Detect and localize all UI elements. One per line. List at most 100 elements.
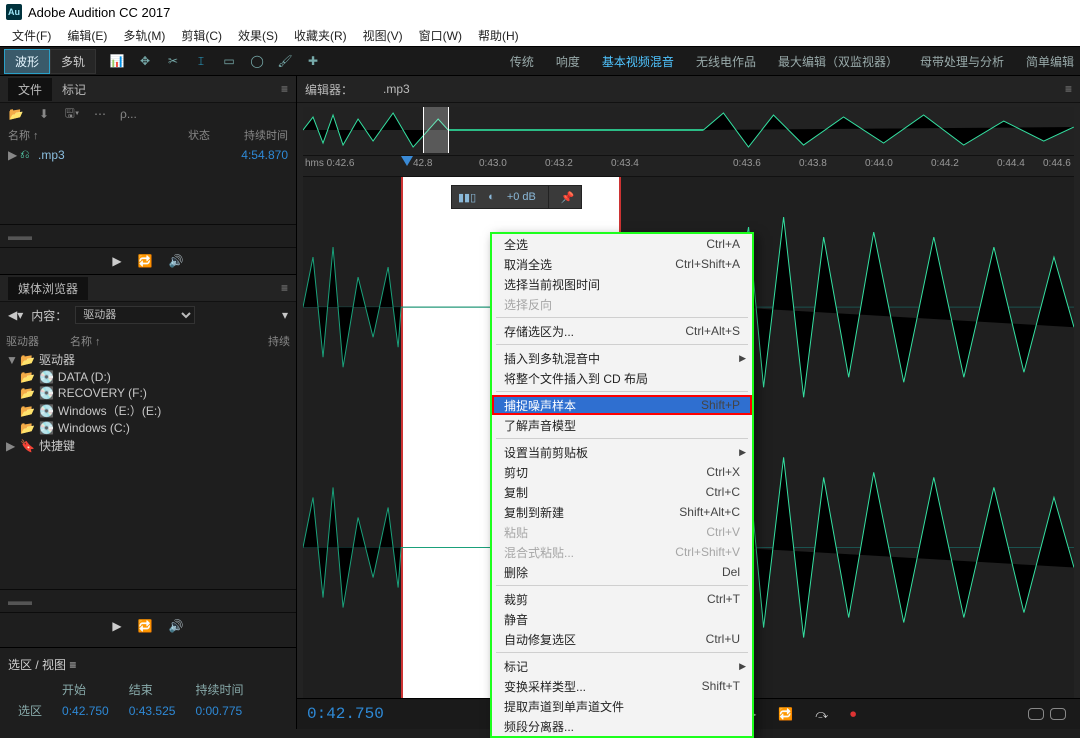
overview-selection[interactable] — [423, 107, 449, 153]
markers-tab[interactable]: 标记 — [52, 78, 96, 101]
context-menu-item[interactable]: 变换采样类型...Shift+T — [492, 676, 752, 696]
context-menu-item[interactable]: 标记 — [492, 656, 752, 676]
context-menu-item[interactable]: 了解声音模型 — [492, 415, 752, 435]
workspace-2[interactable]: 基本视频混音 — [602, 53, 674, 70]
context-menu-item[interactable]: 剪切Ctrl+X — [492, 462, 752, 482]
files-tab[interactable]: 文件 — [8, 78, 52, 101]
context-menu-item[interactable]: 将整个文件插入到 CD 布局 — [492, 368, 752, 388]
hud-gain[interactable]: +0 dB — [501, 191, 542, 203]
context-menu-item[interactable]: 复制Ctrl+C — [492, 482, 752, 502]
drive-select[interactable]: 驱动器 — [75, 306, 195, 324]
context-item-label: 了解声音模型 — [504, 417, 740, 434]
filter-icon[interactable]: ▾ — [282, 308, 288, 322]
mini-autoplay-icon[interactable]: 🔊 — [169, 254, 184, 268]
record-icon[interactable]: ⏺ — [850, 707, 856, 722]
move-tool-icon[interactable]: ✥ — [136, 52, 154, 70]
brush-icon[interactable]: 🖌 — [276, 52, 294, 70]
timecode-display[interactable]: 0:42.750 — [307, 705, 384, 723]
record-file-icon[interactable]: ⬇ — [36, 107, 52, 121]
col-status[interactable]: 状态 — [188, 127, 228, 143]
col-dur2[interactable]: 持续 — [268, 333, 290, 349]
panel-menu-icon[interactable]: ≡ — [1065, 82, 1072, 96]
context-menu-item[interactable]: 存储选区为...Ctrl+Alt+S — [492, 321, 752, 341]
tree-item[interactable]: 📂💽Windows（E:）(E:) — [6, 401, 290, 420]
context-menu-item[interactable]: 删除Del — [492, 562, 752, 582]
mini-loop-icon[interactable]: 🔁 — [138, 254, 153, 268]
context-menu-item[interactable]: 取消全选Ctrl+Shift+A — [492, 254, 752, 274]
more-icon[interactable]: ⋯ — [92, 107, 108, 121]
context-item-shortcut: Shift+P — [701, 398, 740, 412]
sv-dur[interactable]: 0:00.775 — [185, 700, 253, 721]
open-file-icon[interactable]: 📂 — [8, 107, 24, 121]
menu-help[interactable]: 帮助(H) — [470, 25, 527, 46]
col-duration[interactable]: 持续时间 — [228, 127, 288, 143]
zoom-out-icon[interactable] — [1028, 708, 1044, 720]
mini-play-icon[interactable]: ▶ — [112, 254, 121, 268]
sv-end[interactable]: 0:43.525 — [119, 700, 186, 721]
drives-root[interactable]: 驱动器 — [39, 351, 75, 368]
context-menu-item[interactable]: 频段分离器... — [492, 716, 752, 736]
nav-back-icon[interactable]: ◀▾ — [8, 308, 23, 322]
workspace-4[interactable]: 最大编辑（双监视器） — [778, 53, 898, 70]
loop-icon[interactable]: 🔁 — [778, 707, 793, 722]
menu-clip[interactable]: 剪辑(C) — [173, 25, 230, 46]
menu-file[interactable]: 文件(F) — [4, 25, 59, 46]
context-item-shortcut: Ctrl+V — [706, 525, 740, 539]
menu-effects[interactable]: 效果(S) — [230, 25, 286, 46]
context-menu-item[interactable]: 自动修复选区Ctrl+U — [492, 629, 752, 649]
menu-edit[interactable]: 编辑(E) — [59, 25, 115, 46]
skip-sel-icon[interactable]: ⤼ — [815, 707, 828, 722]
menu-multitrack[interactable]: 多轨(M) — [115, 25, 173, 46]
tree-item[interactable]: 📂💽RECOVERY (F:) — [6, 385, 290, 401]
mini-loop-icon[interactable]: 🔁 — [138, 619, 153, 633]
waveform-hud[interactable]: ▮▮▯ ◐ +0 dB 📌 — [451, 185, 582, 209]
view-tab-multitrack[interactable]: 多轨 — [50, 49, 96, 74]
zoom-in-icon[interactable] — [1050, 708, 1066, 720]
view-tab-waveform[interactable]: 波形 — [4, 49, 50, 74]
context-menu-item[interactable]: 选择当前视图时间 — [492, 274, 752, 294]
freq-display-icon[interactable]: 📊 — [108, 52, 126, 70]
context-menu-item[interactable]: 插入到多轨混音中 — [492, 348, 752, 368]
mini-play-icon[interactable]: ▶ — [112, 619, 121, 633]
sv-start[interactable]: 0:42.750 — [52, 700, 119, 721]
playhead-marker-icon[interactable] — [401, 156, 413, 176]
context-menu-item[interactable]: 设置当前剪贴板 — [492, 442, 752, 462]
workspace-0[interactable]: 传统 — [510, 53, 534, 70]
col-name[interactable]: 名称 ↑ — [8, 127, 188, 143]
time-select-icon[interactable]: 𝙸 — [192, 52, 210, 70]
files-search[interactable]: ρ... — [120, 107, 288, 121]
tree-item[interactable]: 📂💽Windows (C:) — [6, 420, 290, 436]
panel-menu-icon[interactable]: ≡ — [281, 281, 288, 295]
workspace-5[interactable]: 母带处理与分析 — [920, 53, 1004, 70]
context-menu-item[interactable]: 捕捉噪声样本Shift+P — [492, 395, 752, 415]
pin-icon[interactable]: 📌 — [555, 191, 581, 204]
col-name2[interactable]: 名称 ↑ — [70, 333, 264, 349]
context-menu-item[interactable]: 静音 — [492, 609, 752, 629]
mini-autoplay-icon[interactable]: 🔊 — [169, 619, 184, 633]
context-menu-item[interactable]: 全选Ctrl+A — [492, 234, 752, 254]
lasso-icon[interactable]: ◯ — [248, 52, 266, 70]
context-menu-item[interactable]: 提取声道到单声道文件 — [492, 696, 752, 716]
razor-tool-icon[interactable]: ✂ — [164, 52, 182, 70]
media-browser-tab[interactable]: 媒体浏览器 — [8, 277, 88, 300]
shortcuts-root[interactable]: 快捷键 — [39, 437, 75, 454]
menu-favorites[interactable]: 收藏夹(R) — [286, 25, 355, 46]
context-menu-item[interactable]: 裁剪Ctrl+T — [492, 589, 752, 609]
heal-icon[interactable]: ✚ — [304, 52, 322, 70]
col-drive[interactable]: 驱动器 — [6, 333, 66, 349]
workspace-1[interactable]: 响度 — [556, 53, 580, 70]
menu-window[interactable]: 窗口(W) — [411, 25, 470, 46]
file-row[interactable]: ▶ ⎌ .mp3 4:54.870 — [0, 145, 296, 164]
marquee-icon[interactable]: ▭ — [220, 52, 238, 70]
panel-menu-icon[interactable]: ≡ — [281, 82, 288, 96]
import-icon[interactable]: 🖫▾ — [64, 107, 80, 121]
context-menu-item[interactable]: 复制到新建Shift+Alt+C — [492, 502, 752, 522]
selection-view-title: 选区 / 视图 ≡ — [8, 656, 288, 673]
time-ruler[interactable]: hms 0:42.6 42.8 0:43.0 0:43.2 0:43.4 0:4… — [303, 155, 1074, 177]
context-item-label: 存储选区为... — [504, 323, 685, 340]
menu-view[interactable]: 视图(V) — [355, 25, 411, 46]
tree-item[interactable]: 📂💽DATA (D:) — [6, 369, 290, 385]
workspace-6[interactable]: 简单编辑 — [1026, 53, 1074, 70]
overview-waveform[interactable] — [303, 107, 1074, 153]
workspace-3[interactable]: 无线电作品 — [696, 53, 756, 70]
